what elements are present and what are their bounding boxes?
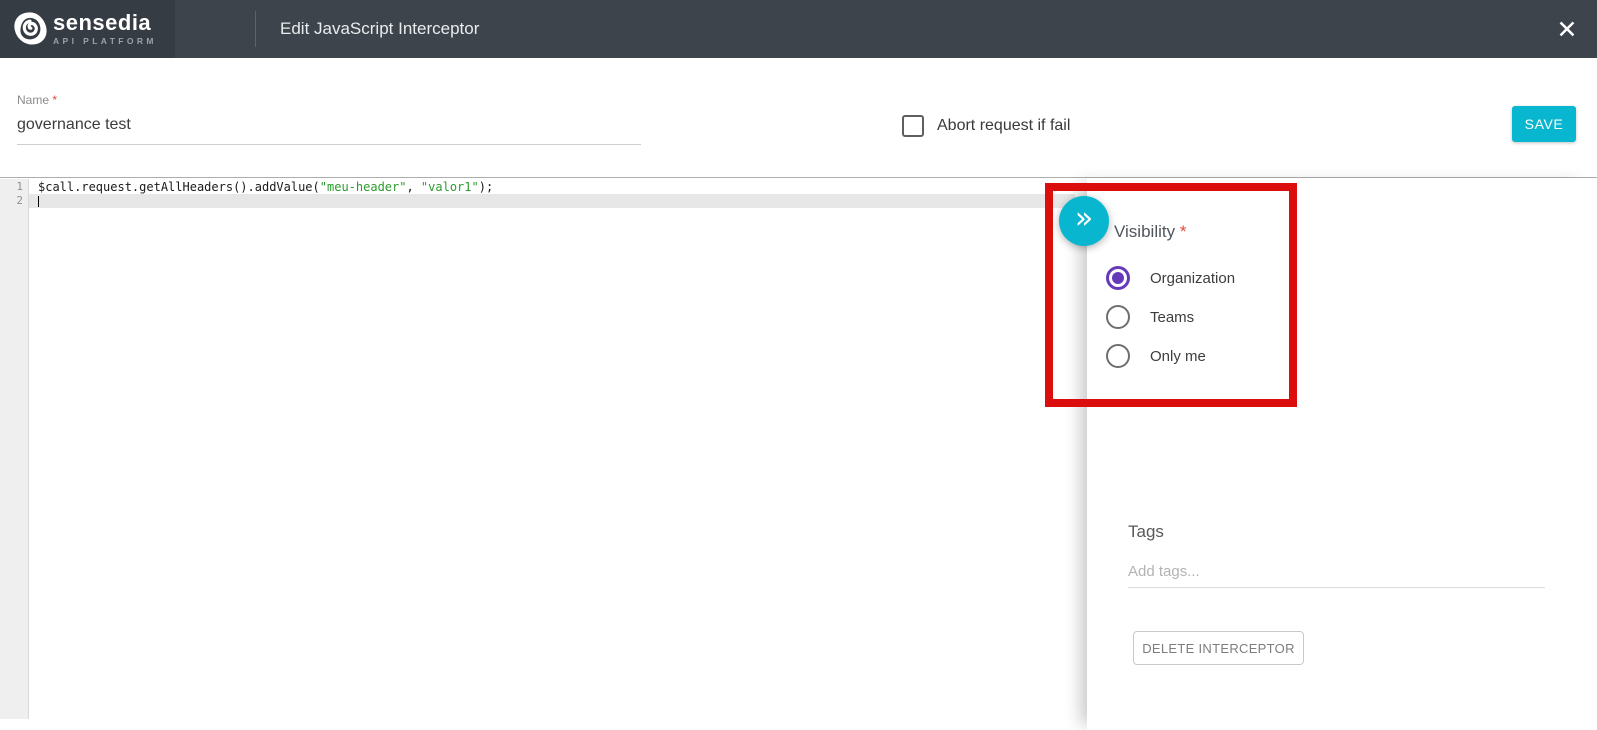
abort-checkbox[interactable] bbox=[902, 115, 924, 137]
edit-javascript-interceptor-screen: sensedia API PLATFORM Edit JavaScript In… bbox=[0, 0, 1597, 730]
panel-collapse-button[interactable]: » bbox=[1059, 196, 1109, 246]
name-field: Name * bbox=[17, 91, 641, 145]
name-label: Name * bbox=[17, 93, 57, 107]
required-asterisk: * bbox=[52, 93, 57, 107]
editor-gutter: 1 2 bbox=[0, 179, 29, 719]
text-cursor bbox=[38, 196, 39, 207]
radio-button-icon bbox=[1106, 344, 1130, 368]
header-divider bbox=[255, 11, 256, 47]
brand-tagline: API PLATFORM bbox=[53, 37, 157, 46]
radio-label: Teams bbox=[1150, 309, 1194, 326]
required-asterisk: * bbox=[1180, 222, 1187, 241]
radio-button-icon bbox=[1106, 266, 1130, 290]
visibility-label: Visibility * bbox=[1114, 222, 1186, 242]
brand-logo: sensedia API PLATFORM bbox=[0, 0, 175, 58]
code-segment: , bbox=[406, 180, 420, 194]
line-number: 2 bbox=[0, 194, 28, 208]
radio-label: Organization bbox=[1150, 270, 1235, 287]
tags-input[interactable] bbox=[1128, 556, 1545, 588]
code-string: "valor1" bbox=[421, 180, 479, 194]
radio-organization[interactable]: Organization bbox=[1106, 266, 1235, 290]
radio-label: Only me bbox=[1150, 348, 1206, 365]
double-chevron-right-icon: » bbox=[1075, 204, 1093, 234]
close-icon: ✕ bbox=[1557, 18, 1578, 43]
close-button[interactable]: ✕ bbox=[1549, 12, 1585, 48]
sensedia-mark-icon bbox=[11, 10, 49, 48]
code-segment: ); bbox=[479, 180, 493, 194]
radio-teams[interactable]: Teams bbox=[1106, 305, 1194, 329]
radio-only-me[interactable]: Only me bbox=[1106, 344, 1206, 368]
code-segment: $call.request.getAllHeaders().addValue( bbox=[38, 180, 320, 194]
page-title: Edit JavaScript Interceptor bbox=[280, 0, 479, 58]
app-header: sensedia API PLATFORM Edit JavaScript In… bbox=[0, 0, 1597, 58]
code-line-1: $call.request.getAllHeaders().addValue("… bbox=[38, 181, 493, 195]
brand-text: sensedia API PLATFORM bbox=[53, 12, 157, 46]
code-string: "meu-header" bbox=[320, 180, 407, 194]
tags-label: Tags bbox=[1128, 522, 1164, 542]
name-input[interactable] bbox=[17, 109, 641, 145]
radio-dot bbox=[1112, 272, 1124, 284]
save-button[interactable]: SAVE bbox=[1512, 106, 1576, 142]
abort-checkbox-label: Abort request if fail bbox=[937, 117, 1070, 135]
delete-interceptor-button[interactable]: DELETE INTERCEPTOR bbox=[1133, 631, 1304, 665]
abort-checkbox-row: Abort request if fail bbox=[902, 115, 1070, 137]
brand-name: sensedia bbox=[53, 12, 157, 34]
radio-button-icon bbox=[1106, 305, 1130, 329]
active-line-highlight bbox=[0, 194, 1075, 208]
line-number: 1 bbox=[0, 180, 28, 194]
